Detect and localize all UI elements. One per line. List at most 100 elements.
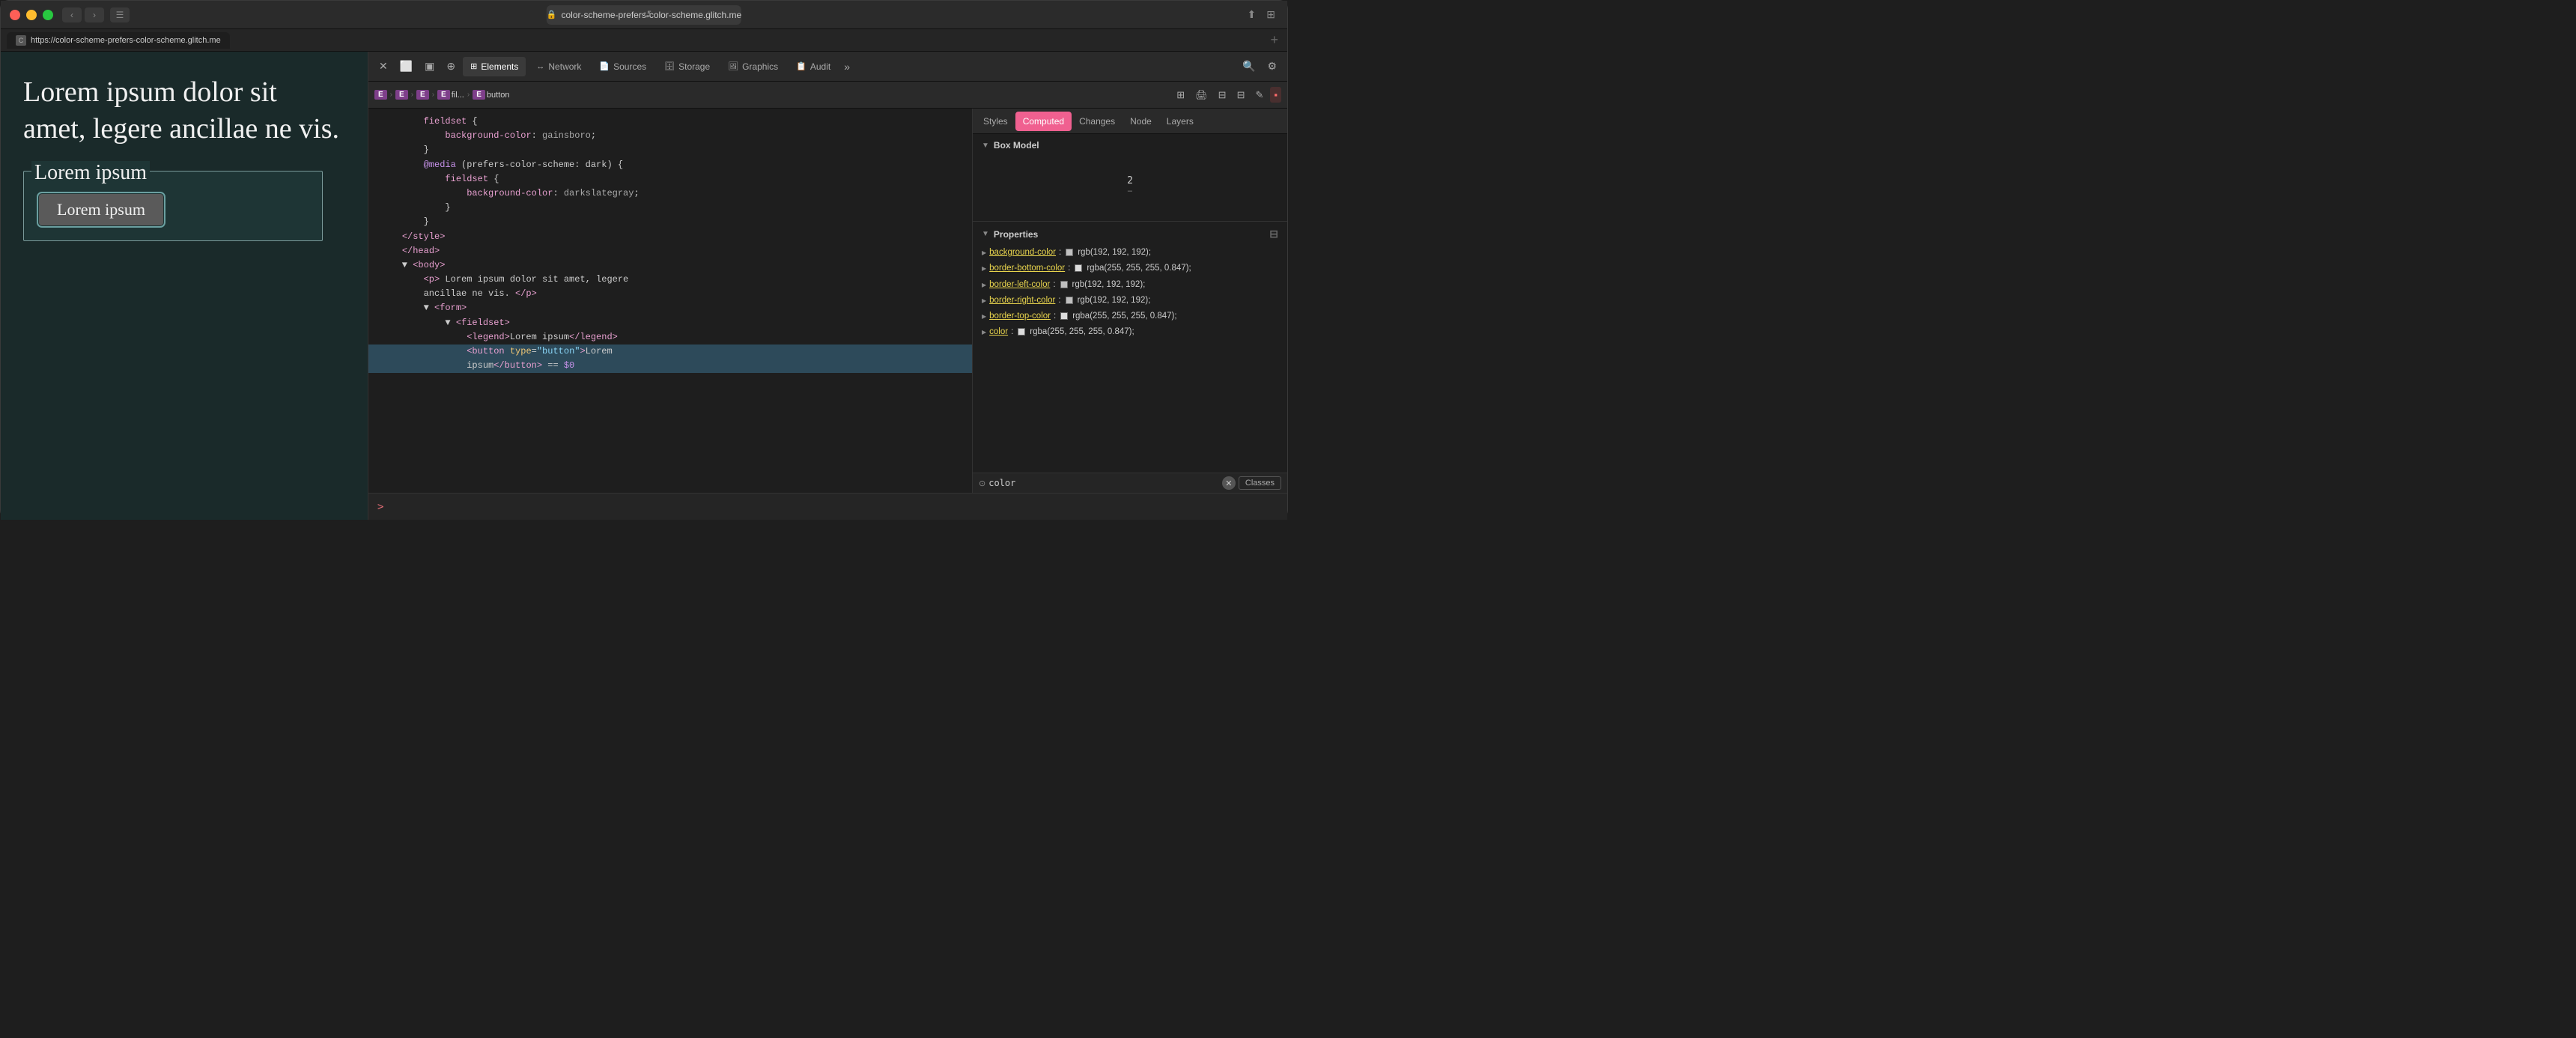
prop-swatch-border-right-color[interactable] bbox=[1066, 297, 1073, 304]
breadcrumb-item-button[interactable]: E button bbox=[473, 90, 509, 100]
tab-changes[interactable]: Changes bbox=[1072, 112, 1123, 131]
classes-button[interactable]: Classes bbox=[1239, 476, 1281, 490]
tab-sources-label: Sources bbox=[613, 61, 646, 72]
tab-computed[interactable]: Computed bbox=[1015, 112, 1072, 131]
tab-layers[interactable]: Layers bbox=[1159, 112, 1201, 131]
element-tag-3: E bbox=[416, 90, 429, 100]
prop-expand-arrow[interactable]: ▶ bbox=[982, 312, 986, 321]
element-tag-4: E bbox=[437, 90, 450, 100]
layout-tool-button[interactable]: ⊟ bbox=[1233, 87, 1249, 103]
address-bar[interactable]: 🔒 color-scheme-prefers-color-scheme.glit… bbox=[547, 5, 741, 25]
breadcrumb-arrow-2: › bbox=[411, 91, 413, 99]
devtools-close-button[interactable]: ✕ bbox=[374, 57, 392, 76]
breadcrumb-item-2[interactable]: E bbox=[395, 90, 408, 100]
code-line: @media (prefers-color-scheme: dark) { bbox=[368, 158, 972, 172]
settings-button[interactable]: ⚙ bbox=[1263, 57, 1281, 76]
code-line: } bbox=[368, 201, 972, 215]
prop-name-border-left-color[interactable]: border-left-color bbox=[989, 279, 1050, 291]
prop-expand-arrow[interactable]: ▶ bbox=[982, 249, 986, 258]
code-line: ▼ <fieldset> bbox=[368, 316, 972, 330]
prop-name-color[interactable]: color bbox=[989, 326, 1008, 339]
sidebar-toggle-button[interactable]: ☰ bbox=[110, 7, 130, 22]
add-tab-button[interactable]: + bbox=[1267, 32, 1281, 48]
tab-node[interactable]: Node bbox=[1123, 112, 1159, 131]
console-prompt: > bbox=[377, 501, 383, 513]
tab-graphics-label: Graphics bbox=[742, 61, 778, 72]
more-tabs-button[interactable]: » bbox=[841, 58, 853, 76]
page-paragraph: Lorem ipsum dolor sit amet, legere ancil… bbox=[23, 74, 345, 148]
tab-storage[interactable]: 🗄 Storage bbox=[657, 57, 717, 76]
inspect-button[interactable]: ⊕ bbox=[442, 57, 460, 76]
tab-network[interactable]: ↔ Network bbox=[529, 57, 589, 76]
network-icon: ↔ bbox=[536, 62, 544, 71]
maximize-button[interactable] bbox=[43, 10, 53, 20]
code-line: fieldset { bbox=[368, 172, 972, 186]
breadcrumb-item-fieldset[interactable]: E fil... bbox=[437, 90, 464, 100]
breadcrumb-item-1[interactable]: E bbox=[374, 90, 387, 100]
prop-swatch-border-bottom-color[interactable] bbox=[1075, 264, 1082, 272]
filter-clear-button[interactable]: ✕ bbox=[1222, 476, 1236, 490]
code-line: ▼ <body> bbox=[368, 258, 972, 273]
properties-arrow: ▼ bbox=[982, 230, 989, 238]
prop-value-border-bottom-color: rgba(255, 255, 255, 0.847); bbox=[1087, 262, 1191, 275]
tab-url: https://color-scheme-prefers-color-schem… bbox=[31, 36, 221, 45]
properties-section: ▼ Properties ⊟ ▶ background-color : rgb(… bbox=[973, 222, 1287, 473]
dock-bottom-button[interactable]: ⬜ bbox=[395, 57, 417, 76]
reload-button[interactable]: ↺ bbox=[643, 8, 651, 21]
tab-bar: C https://color-scheme-prefers-color-sch… bbox=[1, 29, 1287, 52]
tab-graphics[interactable]: 🖼 Graphics bbox=[720, 57, 786, 76]
tab-audit[interactable]: 📋 Audit bbox=[789, 57, 838, 76]
fieldset-button[interactable]: Lorem ipsum bbox=[39, 194, 163, 225]
forward-button[interactable]: › bbox=[85, 7, 104, 22]
fieldset-wrapper: Lorem ipsum Lorem ipsum bbox=[23, 171, 323, 241]
box-model-section: ▼ Box Model 2 – bbox=[973, 134, 1287, 222]
color-tool-button[interactable]: ▪ bbox=[1270, 87, 1281, 103]
minimize-button[interactable] bbox=[26, 10, 37, 20]
active-tab[interactable]: C https://color-scheme-prefers-color-sch… bbox=[7, 32, 230, 49]
prop-name-border-bottom-color[interactable]: border-bottom-color bbox=[989, 262, 1065, 275]
prop-name-border-top-color[interactable]: border-top-color bbox=[989, 310, 1051, 323]
media-tool-button[interactable]: ⊟ bbox=[1215, 87, 1230, 103]
back-button[interactable]: ‹ bbox=[62, 7, 82, 22]
search-button[interactable]: 🔍 bbox=[1238, 57, 1260, 76]
print-tool-button[interactable]: 🖨 bbox=[1191, 87, 1212, 103]
code-line: <legend>Lorem ipsum</legend> bbox=[368, 330, 972, 345]
code-panel[interactable]: fieldset { background-color: gainsboro; … bbox=[368, 109, 973, 493]
tab-sources[interactable]: 📄 Sources bbox=[592, 57, 654, 76]
prop-expand-arrow[interactable]: ▶ bbox=[982, 328, 986, 337]
filter-input[interactable] bbox=[988, 478, 1219, 488]
prop-expand-arrow[interactable]: ▶ bbox=[982, 281, 986, 290]
prop-expand-arrow[interactable]: ▶ bbox=[982, 264, 986, 273]
prop-value-background-color: rgb(192, 192, 192); bbox=[1078, 246, 1151, 259]
edit-tool-button[interactable]: ✎ bbox=[1251, 87, 1267, 103]
prop-value-color: rgba(255, 255, 255, 0.847); bbox=[1030, 326, 1134, 339]
prop-colon: : bbox=[1054, 310, 1056, 323]
share-button[interactable]: ⬆ bbox=[1245, 7, 1260, 22]
grid-tool-button[interactable]: ⊞ bbox=[1173, 87, 1188, 103]
prop-swatch-color[interactable] bbox=[1018, 328, 1025, 336]
prop-name-border-right-color[interactable]: border-right-color bbox=[989, 294, 1055, 307]
properties-options-icon[interactable]: ⊟ bbox=[1269, 228, 1278, 240]
breadcrumb-item-3[interactable]: E bbox=[416, 90, 429, 100]
prop-swatch-border-left-color[interactable] bbox=[1060, 281, 1068, 288]
close-button[interactable] bbox=[10, 10, 20, 20]
tab-elements[interactable]: ⊞ Elements bbox=[463, 57, 526, 76]
properties-title: Properties bbox=[994, 229, 1038, 240]
new-tab-button[interactable]: ⊞ bbox=[1263, 7, 1278, 22]
prop-swatch-background-color[interactable] bbox=[1066, 249, 1073, 256]
code-line: <p> Lorem ipsum dolor sit amet, legere bbox=[368, 273, 972, 287]
devtools-panel: ✕ ⬜ ▣ ⊕ ⊞ Elements ↔ Network 📄 Sources 🗄… bbox=[368, 52, 1287, 520]
styles-tabs: Styles Computed Changes Node Layers bbox=[973, 109, 1287, 134]
fieldset-legend: Lorem ipsum bbox=[31, 161, 150, 185]
prop-name-background-color[interactable]: background-color bbox=[989, 246, 1056, 259]
dock-side-button[interactable]: ▣ bbox=[420, 57, 439, 76]
traffic-lights bbox=[10, 10, 53, 20]
tab-favicon: C bbox=[16, 35, 26, 46]
code-line-selected-2: ipsum</button> == $0 bbox=[368, 359, 972, 373]
tab-styles[interactable]: Styles bbox=[976, 112, 1015, 131]
breadcrumb-button-label: button bbox=[487, 91, 510, 100]
prop-expand-arrow[interactable]: ▶ bbox=[982, 297, 986, 306]
code-line: fieldset { bbox=[368, 115, 972, 129]
prop-swatch-border-top-color[interactable] bbox=[1060, 312, 1068, 320]
prop-colon: : bbox=[1068, 262, 1070, 275]
